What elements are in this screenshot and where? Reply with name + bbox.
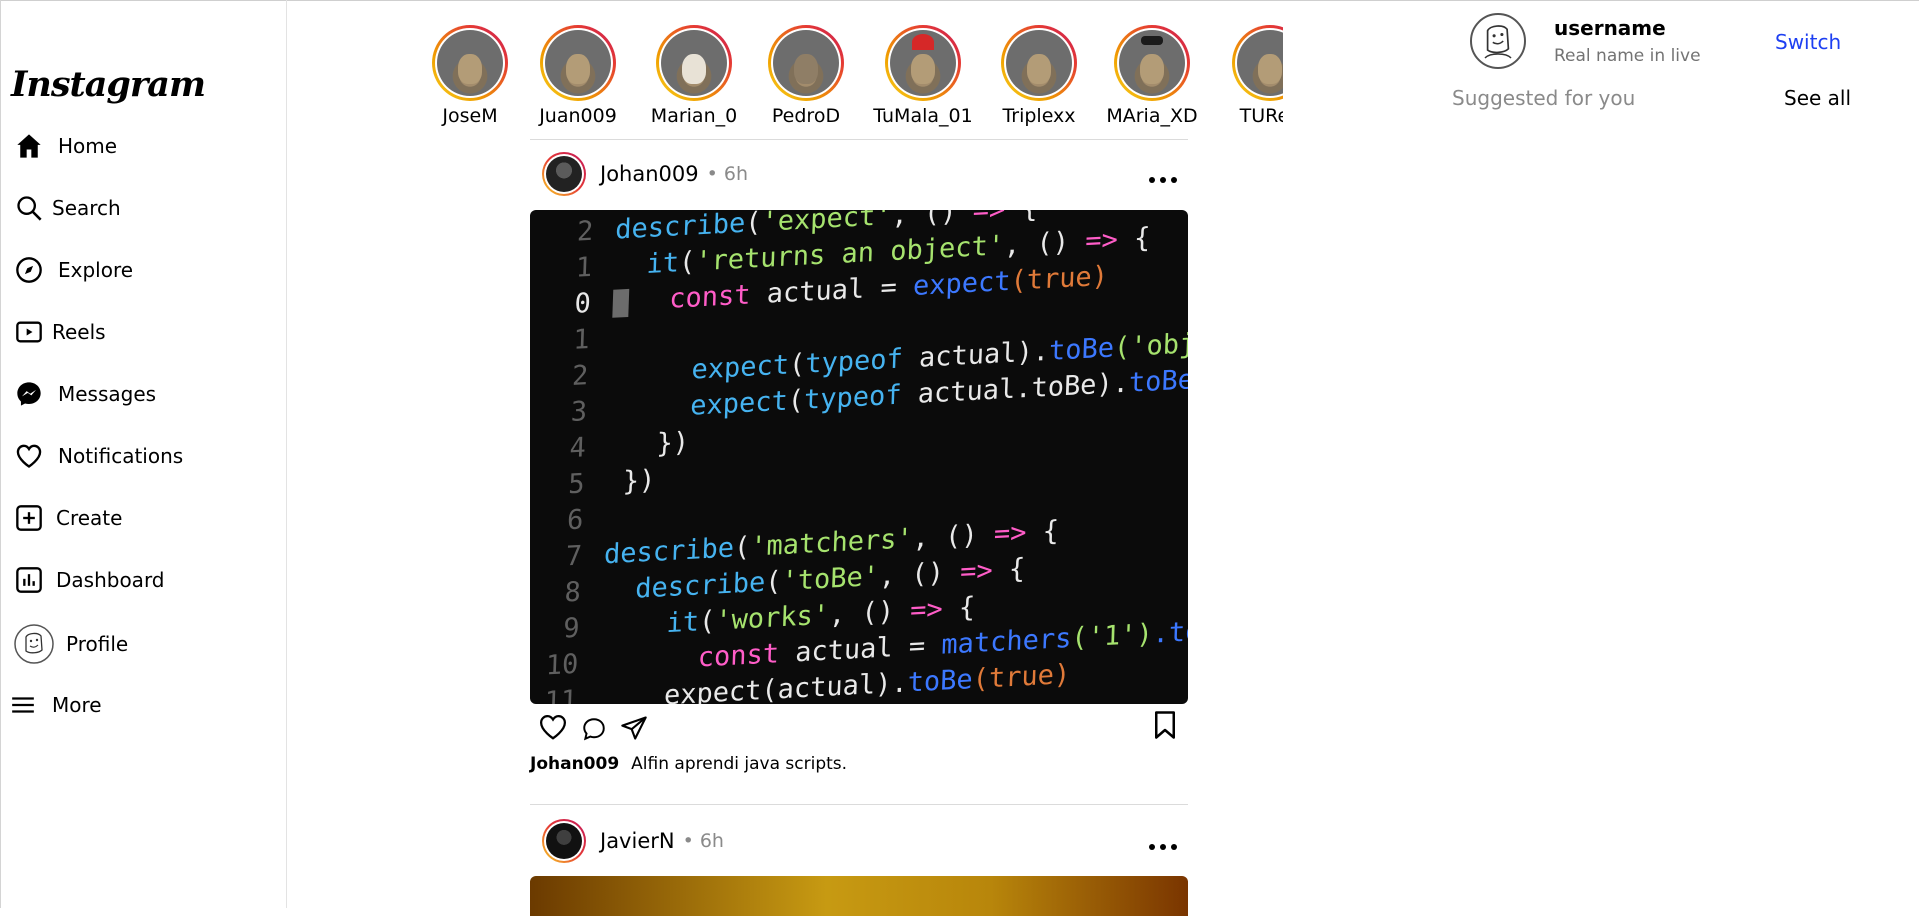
story-username: JoseM [442,105,498,127]
post-image[interactable] [530,876,1188,916]
sidebar-item-label: More [52,693,102,717]
feed-divider [530,804,1188,805]
current-username[interactable]: username [1554,16,1666,40]
reels-icon [14,317,44,347]
comment-icon[interactable] [581,716,607,746]
post-username[interactable]: JavierN [600,829,675,853]
story-ring [540,25,616,101]
caption-text: Alfin aprendi java scripts. [631,754,848,774]
compass-icon [14,255,44,285]
sidebar-item-explore[interactable]: Explore [14,250,133,290]
story-username: MAria_XD [1106,105,1198,127]
sidebar-item-label: Profile [66,632,129,656]
post-caption: Johan009 Alfin aprendi java scripts. [530,754,847,774]
story-item[interactable]: JoseM [420,25,520,127]
switch-account-link[interactable]: Switch [1775,30,1841,54]
more-options-icon[interactable] [1148,158,1178,191]
story-avatar [773,30,839,96]
code-screenshot-image: 2describe('expect', () => { 1 it('return… [543,210,1188,704]
caption-username[interactable]: Johan009 [530,754,619,774]
story-avatar [1006,30,1072,96]
post-actions [538,710,1184,746]
story-item[interactable]: TURey [1220,25,1283,127]
sidebar-item-more[interactable]: More [8,685,102,725]
story-item[interactable]: TuMala_01 [873,25,973,127]
story-username: TuMala_01 [873,105,973,127]
sidebar-item-messages[interactable]: Messages [14,374,156,414]
bar-chart-icon [14,565,44,595]
menu-icon [8,690,38,720]
post-time: • 6h [706,163,749,185]
post-avatar[interactable] [542,819,586,863]
post-image[interactable]: 2describe('expect', () => { 1 it('return… [530,210,1188,704]
story-ring [656,25,732,101]
heart-icon [14,441,44,471]
sidebar-item-profile[interactable]: Profile [14,624,128,664]
like-heart-icon[interactable] [538,712,568,746]
story-item[interactable]: PedroD [756,25,856,127]
sidebar-item-label: Reels [52,320,106,344]
instagram-logo[interactable]: Instagram [11,64,206,105]
stories-tray: JoseM Juan009 Marian_0 PedroD TuMala_01 … [420,0,1283,140]
more-options-icon[interactable] [1148,825,1178,858]
bookmark-icon[interactable] [1152,710,1178,744]
feed-divider [530,139,1188,140]
sidebar-item-home[interactable]: Home [14,126,117,166]
story-avatar [661,30,727,96]
post-header: Johan009 • 6h [542,151,1182,197]
window-left-border [0,0,1,908]
post-time: • 6h [682,830,724,852]
post-username[interactable]: Johan009 [600,162,699,186]
sidebar-item-label: Dashboard [56,568,165,592]
story-ring [432,25,508,101]
messenger-icon [14,379,44,409]
sidebar-item-label: Notifications [58,444,184,468]
home-icon [14,131,44,161]
story-ring [1232,25,1283,101]
sidebar-item-label: Create [56,506,123,530]
sidebar: Instagram Home Search Explore Reels Mess… [0,0,287,908]
story-item[interactable]: Triplexx [989,25,1089,127]
avatar-icon [14,624,54,664]
sidebar-item-reels[interactable]: Reels [14,312,106,352]
post-header: JavierN • 6h [542,818,1182,864]
post-avatar[interactable] [542,152,586,196]
story-username: Juan009 [539,105,617,127]
share-send-icon[interactable] [620,714,648,746]
story-username: Marian_0 [650,105,738,127]
sidebar-item-dashboard[interactable]: Dashboard [14,560,165,600]
sidebar-item-label: Explore [58,258,134,282]
sidebar-item-notifications[interactable]: Notifications [14,436,183,476]
story-username: TURey [1239,105,1283,127]
story-ring [1114,25,1190,101]
sidebar-item-search[interactable]: Search [14,188,121,228]
story-ring [1001,25,1077,101]
current-real-name: Real name in live [1554,46,1701,66]
suggested-heading: Suggested for you [1452,86,1636,110]
sidebar-item-label: Search [52,196,121,220]
story-item[interactable]: Juan009 [528,25,628,127]
plus-square-icon [14,503,44,533]
sidebar-item-label: Messages [58,382,157,406]
story-ring [768,25,844,101]
sidebar-item-create[interactable]: Create [14,498,122,538]
story-avatar [1119,30,1185,96]
see-all-link[interactable]: See all [1784,86,1851,110]
story-avatar [1237,30,1283,96]
story-username: Triplexx [1002,105,1076,127]
sidebar-item-label: Home [58,134,118,158]
story-avatar [545,30,611,96]
story-avatar [437,30,503,96]
story-avatar [890,30,956,96]
story-ring [885,25,961,101]
story-item[interactable]: Marian_0 [644,25,744,127]
current-user-avatar[interactable] [1470,13,1526,69]
story-item[interactable]: MAria_XD [1102,25,1202,127]
search-icon [14,193,44,223]
story-username: PedroD [771,105,841,127]
